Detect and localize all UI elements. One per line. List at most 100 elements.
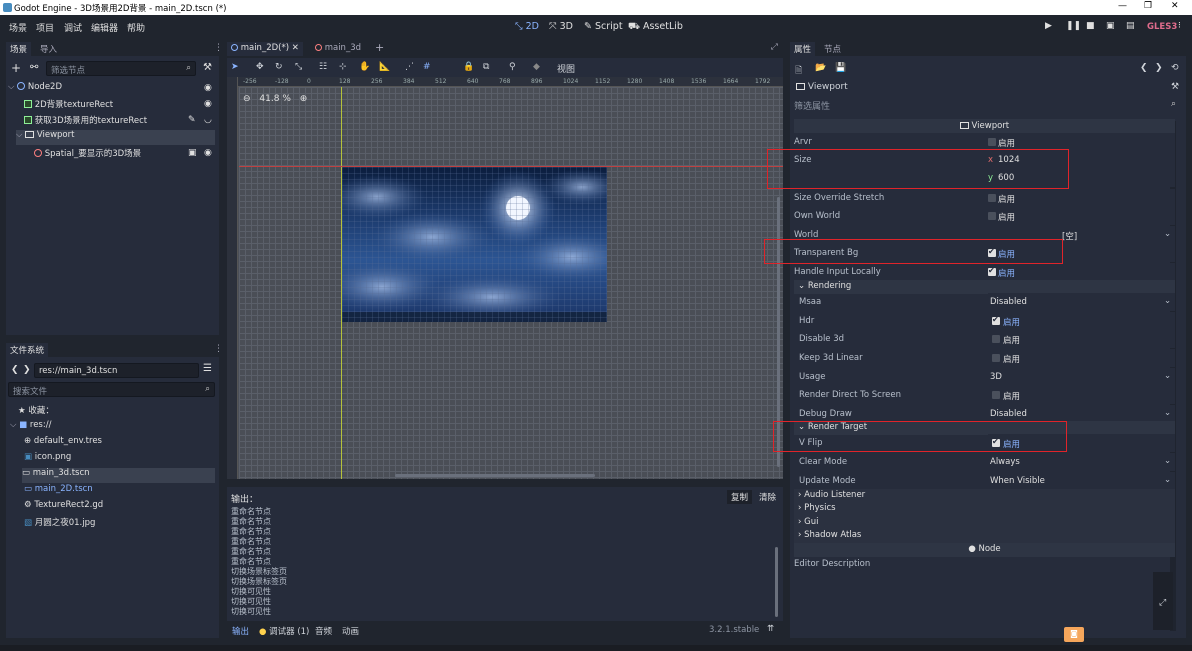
section-rendering[interactable]: ⌄ Rendering <box>794 280 1175 294</box>
horizontal-scrollbar[interactable] <box>395 474 595 477</box>
clear-mode-dropdown[interactable]: Always ⌄ <box>988 453 1175 471</box>
workspace-2d[interactable]: ⤡ 2D <box>515 21 539 32</box>
history-forward-icon[interactable]: ❯ <box>1155 63 1163 73</box>
output-scrollbar[interactable] <box>775 547 778 617</box>
favorites-item[interactable]: ★ 收藏： <box>18 404 54 419</box>
checkbox[interactable] <box>988 138 996 146</box>
ruler-tool-icon[interactable]: 📐 <box>379 62 390 72</box>
checkbox-checked[interactable] <box>992 315 1000 325</box>
background-texture-image[interactable] <box>342 167 607 322</box>
tree-node-viewport[interactable]: ⌵ Viewport <box>16 130 215 145</box>
tab-filesystem[interactable]: 文件系统 <box>6 343 49 357</box>
res-root-item[interactable]: ⌵ ■ res:// <box>10 420 51 435</box>
section-physics[interactable]: › Physics <box>794 502 1175 516</box>
menu-debug[interactable]: 调试 <box>64 21 82 34</box>
save-resource-icon[interactable]: 💾 <box>835 63 846 73</box>
tab-output[interactable]: 输出 <box>232 625 249 637</box>
minimize-icon[interactable]: — <box>1118 1 1127 11</box>
prop-value[interactable]: 启用 <box>988 207 1175 225</box>
restore-icon[interactable]: ❐ <box>1144 1 1152 11</box>
tab-import[interactable]: 导入 <box>36 42 61 56</box>
pan-tool-icon[interactable]: ✋ <box>359 62 370 72</box>
close-tab-icon[interactable]: ✕ <box>292 43 299 53</box>
copy-button[interactable]: 复制 <box>727 490 753 504</box>
prop-value[interactable]: 启用 <box>988 330 1175 348</box>
select-tool-icon[interactable]: ➤ <box>231 62 239 72</box>
chevron-down-icon[interactable]: ⌄ <box>1164 229 1171 239</box>
new-tab-icon[interactable]: + <box>371 40 388 54</box>
tree-node-3d-texture[interactable]: 获取3D场景用的textureRect ✎ ◡ <box>24 114 218 129</box>
menu-project[interactable]: 项目 <box>36 21 54 34</box>
search-files-input[interactable]: 搜索文件 ⌕ <box>8 382 215 397</box>
canvas-viewport[interactable]: -256 -128 0 128 256 384 512 640 768 896 1024 1152 12… <box>227 77 783 479</box>
file-item[interactable]: ▣ icon.png <box>24 452 71 467</box>
zoom-out-icon[interactable]: ⊖ <box>243 94 251 104</box>
visibility-eye-icon[interactable]: ◉ <box>204 148 212 158</box>
lock-icon[interactable]: 🔒 <box>463 62 474 72</box>
menu-help[interactable]: 帮助 <box>127 21 145 34</box>
new-resource-icon[interactable]: 🗎 <box>795 63 802 79</box>
back-icon[interactable]: ❮ <box>11 365 19 375</box>
checkbox[interactable] <box>992 335 1000 343</box>
prop-value[interactable]: 启用 <box>988 189 1175 207</box>
tray-app-icon[interactable]: ◙ <box>1064 627 1084 642</box>
path-field[interactable]: res://main_3d.tscn <box>34 363 199 378</box>
update-mode-dropdown[interactable]: When Visible ⌄ <box>988 472 1175 490</box>
tab-audio[interactable]: 音频 <box>315 625 332 637</box>
play-icon[interactable]: ▶ <box>1045 21 1052 31</box>
list-select-icon[interactable]: ☷ <box>319 62 327 72</box>
checkbox[interactable] <box>992 354 1000 362</box>
smart-snap-icon[interactable]: ⋰ <box>405 62 414 72</box>
close-icon[interactable]: ✕ <box>1171 1 1179 11</box>
grid-snap-icon[interactable]: # <box>423 62 431 72</box>
tab-inspector[interactable]: 属性 <box>790 42 816 56</box>
menu-editor[interactable]: 编辑器 <box>91 21 118 34</box>
list-view-icon[interactable]: ☰ <box>203 363 212 374</box>
tab-animation[interactable]: 动画 <box>342 625 359 637</box>
zoom-in-icon[interactable]: ⊕ <box>300 94 308 104</box>
checkbox[interactable] <box>992 391 1000 399</box>
workspace-script[interactable]: ✎ Script <box>584 21 623 32</box>
visibility-eye-icon[interactable]: ◉ <box>204 99 212 109</box>
file-item[interactable]: ▧ 月圆之夜01.jpg <box>24 516 95 531</box>
distraction-free-icon[interactable]: ⤢ <box>767 41 782 55</box>
tab-debugger[interactable]: ● 调试器 (1) <box>259 625 309 637</box>
prop-value[interactable]: 启用 <box>988 312 1175 330</box>
filter-nodes-input[interactable]: 筛选节点 ⌕ <box>46 61 196 76</box>
open-resource-icon[interactable]: 📂 <box>815 63 826 73</box>
script-icon[interactable]: ✎ <box>188 115 196 125</box>
workspace-assetlib[interactable]: ⛟ AssetLib <box>628 21 683 33</box>
script-tool-icon[interactable]: ⚒ <box>203 62 212 73</box>
scale-tool-icon[interactable]: ⤡ <box>295 62 302 72</box>
link-icon[interactable]: ⚯ <box>30 62 38 73</box>
file-item[interactable]: ⚙ TextureRect2.gd <box>24 500 103 515</box>
section-shadow-atlas[interactable]: › Shadow Atlas <box>794 529 1175 543</box>
tab-node[interactable]: 节点 <box>820 42 845 56</box>
expand-panel-icon[interactable]: ⇈ <box>767 624 774 634</box>
section-audio-listener[interactable]: › Audio Listener <box>794 489 1175 503</box>
checkbox[interactable] <box>988 194 996 202</box>
object-menu-icon[interactable]: ⚒ <box>1171 82 1179 92</box>
expand-icon[interactable]: ⤢ <box>1159 598 1166 608</box>
stop-icon[interactable]: ■ <box>1086 21 1095 31</box>
tab-scene[interactable]: 场景 <box>6 42 32 56</box>
dock-menu-icon[interactable]: ⋮ <box>214 344 223 354</box>
rotate-tool-icon[interactable]: ↻ <box>275 62 283 72</box>
tree-node-bg-texture[interactable]: 2D背景textureRect ◉ <box>24 98 218 113</box>
checkbox[interactable] <box>988 212 996 220</box>
dock-menu-icon[interactable]: ⋮ <box>214 43 223 53</box>
tab-main-2d[interactable]: main_2D(*) ✕ <box>227 42 303 56</box>
add-node-icon[interactable]: + <box>11 61 21 75</box>
tab-main-3d[interactable]: main_3d <box>311 42 365 56</box>
file-item[interactable]: ▭ main_2D.tscn <box>24 484 93 499</box>
description-text-area[interactable]: ⤢ <box>1153 572 1173 630</box>
checkbox-checked[interactable] <box>988 266 996 276</box>
usage-dropdown[interactable]: 3D ⌄ <box>988 368 1175 386</box>
visibility-eye-icon[interactable]: ◉ <box>204 83 212 93</box>
prop-value[interactable]: 启用 <box>988 263 1175 281</box>
instance-icon[interactable]: ▣ <box>188 148 197 158</box>
msaa-dropdown[interactable]: Disabled ⌄ <box>988 293 1175 311</box>
clear-button[interactable]: 清除 <box>755 490 780 504</box>
group-icon[interactable]: ⧉ <box>483 62 489 72</box>
history-back-icon[interactable]: ❮ <box>1140 63 1148 73</box>
